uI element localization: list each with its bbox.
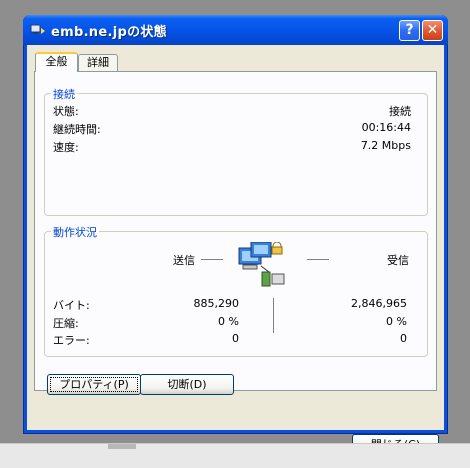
sent-line (201, 259, 223, 260)
speed-value: 7.2 Mbps (360, 139, 411, 152)
status-label: 状態: (53, 105, 79, 118)
status-dialog: emb.ne.jpの状態 ? ✕ 全般 詳細 接続 状態: 接続 継続時間: 0… (23, 15, 448, 455)
status-value: 接続 (389, 105, 411, 118)
close-window-button[interactable]: ✕ (422, 20, 443, 41)
speed-label: 速度: (53, 141, 79, 154)
dialog-client: 全般 詳細 接続 状態: 接続 継続時間: 00:16:44 速度: 7.2 M… (27, 45, 444, 455)
errors-label: エラー: (53, 334, 90, 347)
activity-legend: 動作状況 (51, 224, 99, 240)
compression-sent: 0 % (218, 315, 239, 328)
properties-button[interactable]: プロパティ(P) (47, 374, 141, 395)
compression-received: 0 % (386, 315, 407, 328)
connection-legend: 接続 (51, 86, 77, 102)
tab-details[interactable]: 詳細 (78, 54, 118, 72)
errors-sent: 0 (232, 332, 239, 345)
received-label: 受信 (387, 254, 409, 267)
connection-group: 接続 状態: 接続 継続時間: 00:16:44 速度: 7.2 Mbps (44, 86, 428, 216)
title-bar[interactable]: emb.ne.jpの状態 ? ✕ (23, 15, 448, 45)
received-line (307, 259, 329, 260)
bytes-received: 2,846,965 (351, 297, 407, 310)
disconnect-button[interactable]: 切断(D) (140, 374, 234, 395)
window-title: emb.ne.jpの状態 (51, 25, 167, 40)
help-button[interactable]: ? (399, 20, 420, 41)
duration-value: 00:16:44 (361, 121, 411, 134)
activity-group: 動作状況 送信 受信 バイト: 885,290 2,846,965 圧縮: 0 … (44, 224, 428, 357)
resize-grip[interactable] (108, 444, 136, 449)
bottom-scroll-area (0, 443, 470, 468)
compression-label: 圧縮: (53, 317, 79, 330)
bytes-sent: 885,290 (193, 297, 240, 310)
network-connection-icon (30, 24, 45, 34)
bytes-label: バイト: (53, 299, 90, 312)
network-activity-icon (238, 242, 285, 287)
activity-divider (273, 298, 274, 333)
duration-label: 継続時間: (53, 123, 101, 136)
errors-received: 0 (400, 332, 407, 345)
tab-panel: 接続 状態: 接続 継続時間: 00:16:44 速度: 7.2 Mbps 動作… (34, 71, 437, 391)
tab-general[interactable]: 全般 (35, 52, 78, 72)
sent-label: 送信 (173, 254, 195, 267)
